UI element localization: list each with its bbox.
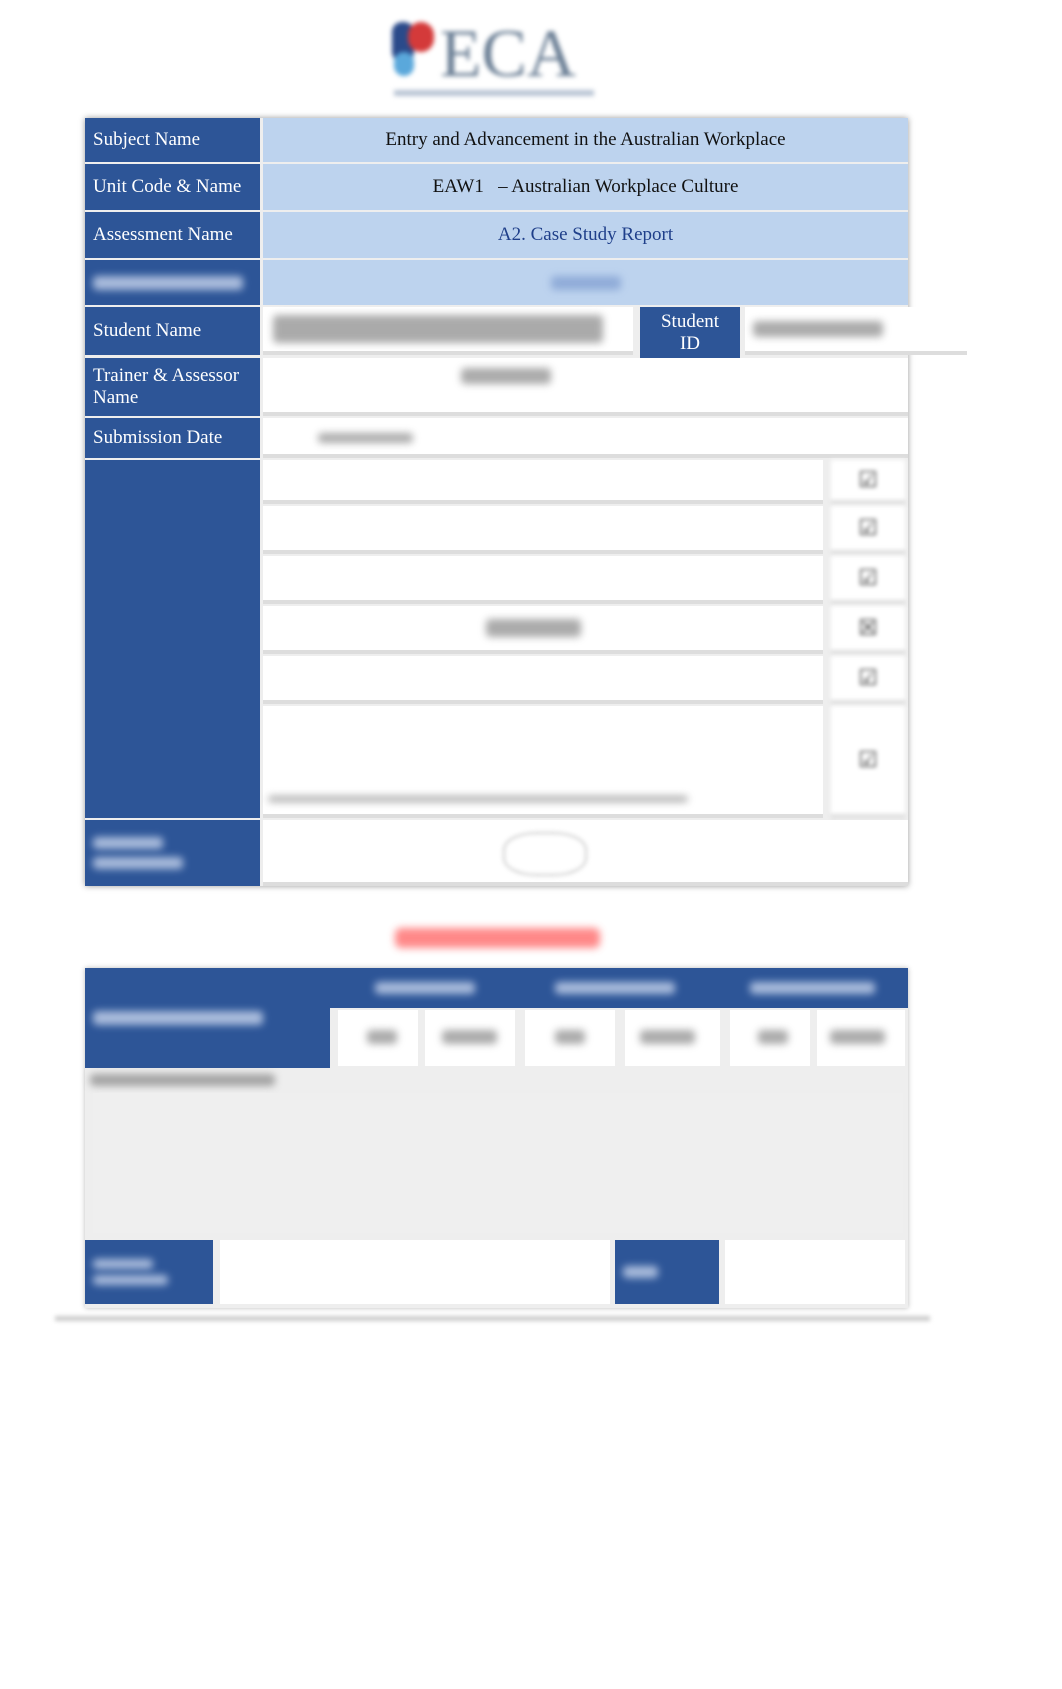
declaration-row-4 xyxy=(263,606,823,654)
value-submission-date xyxy=(263,418,908,458)
label-student-name: Student Name xyxy=(85,307,260,355)
label-date xyxy=(615,1240,719,1304)
label-assessment-name: Assessment Name xyxy=(85,212,260,258)
declaration-row-5 xyxy=(263,656,823,704)
cover-table: Subject Name Entry and Advancement in th… xyxy=(85,118,967,886)
label-submission-date: Submission Date xyxy=(85,418,260,458)
page-bottom-shadow xyxy=(55,1316,930,1321)
label-unit-code: Unit Code & Name xyxy=(85,164,260,210)
value-student-id xyxy=(745,307,967,355)
assessor-table xyxy=(85,968,908,1308)
date-field[interactable] xyxy=(725,1240,905,1304)
value-student-name xyxy=(263,307,633,355)
eca-logo: ECA xyxy=(388,14,598,102)
assessor-use-title xyxy=(395,928,600,948)
label-trainer: Trainer & Assessor Name xyxy=(85,358,260,416)
header-col-3 xyxy=(750,982,875,994)
logo-red-dot-icon xyxy=(408,22,434,52)
checkbox-4[interactable]: ☒ xyxy=(831,606,905,654)
logo-text: ECA xyxy=(440,15,576,91)
value-assessment-name: A2. Case Study Report xyxy=(263,212,908,258)
student-signature[interactable] xyxy=(263,820,908,886)
feedback-area[interactable] xyxy=(93,1093,903,1233)
feedback-label xyxy=(90,1074,275,1086)
header-col-1 xyxy=(375,982,475,994)
checkbox-1[interactable]: ☑ xyxy=(831,460,905,504)
value-assessment-no xyxy=(263,260,908,305)
label-subject-name: Subject Name xyxy=(85,118,260,162)
label-assessment-no xyxy=(85,260,260,305)
declaration-row-1 xyxy=(263,460,823,504)
checkbox-2[interactable]: ☑ xyxy=(831,506,905,554)
label-assessor-signature xyxy=(85,1240,213,1304)
declaration-row-3 xyxy=(263,556,823,604)
value-unit-code: EAW1 – Australian Workplace Culture xyxy=(263,164,908,210)
value-trainer xyxy=(263,358,908,416)
declaration-label xyxy=(85,460,260,818)
logo-blue-dot-icon xyxy=(394,52,414,76)
checkbox-6[interactable]: ☑ xyxy=(831,706,905,818)
label-student-signature xyxy=(85,820,260,886)
value-subject-name: Entry and Advancement in the Australian … xyxy=(263,118,908,162)
declaration-row-6 xyxy=(263,706,823,818)
checkbox-5[interactable]: ☑ xyxy=(831,656,905,704)
logo-tagline xyxy=(394,90,594,96)
header-col-2 xyxy=(555,982,675,994)
checkbox-3[interactable]: ☑ xyxy=(831,556,905,604)
signature-scribble xyxy=(503,832,587,876)
declaration-row-2 xyxy=(263,506,823,554)
assessor-signature-field[interactable] xyxy=(220,1240,610,1304)
result-label xyxy=(85,968,330,1068)
label-student-id: Student ID xyxy=(640,307,740,359)
